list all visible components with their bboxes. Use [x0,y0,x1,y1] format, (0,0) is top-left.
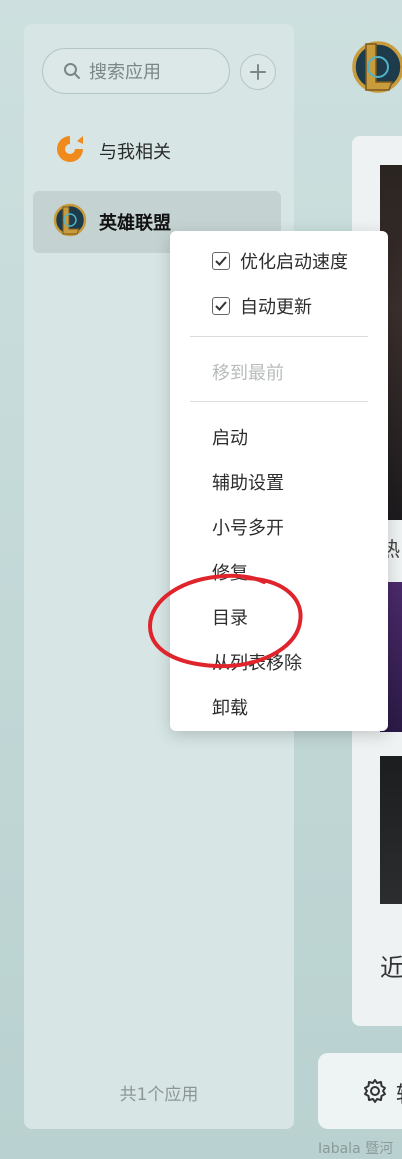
game-logo [350,36,402,102]
menu-item-multi-account[interactable]: 小号多开 [212,514,284,540]
app-count: 共1个应用 [119,1085,199,1105]
add-app-button[interactable] [240,54,276,90]
checkbox-checked-icon [212,297,230,315]
search-icon [63,62,81,80]
related-app-icon [53,132,87,170]
menu-item-launch[interactable]: 启动 [212,424,248,450]
menu-item-auto-update[interactable]: 自动更新 [212,293,312,319]
menu-item-label: 自动更新 [240,297,312,318]
menu-item-directory[interactable]: 目录 [212,604,248,630]
menu-item-repair[interactable]: 修复 [212,559,248,585]
menu-item-assist-settings[interactable]: 辅助设置 [212,469,284,495]
sidebar-item-related[interactable]: 与我相关 [33,120,281,182]
menu-item-uninstall[interactable]: 卸载 [212,694,248,720]
sidebar-item-label: 与我相关 [99,142,171,163]
settings-label: 辅 [396,1077,402,1109]
menu-divider [190,336,368,337]
search-input[interactable]: 搜索应用 [42,48,230,94]
menu-item-remove-from-list[interactable]: 从列表移除 [212,649,302,675]
plus-icon [250,64,266,80]
settings-button[interactable]: 辅 [318,1053,402,1129]
gear-icon [362,1078,388,1108]
sidebar-item-label: 英雄联盟 [99,213,171,234]
menu-item-optimize-launch[interactable]: 优化启动速度 [212,248,348,274]
context-menu: 优化启动速度 自动更新 移到最前 启动 辅助设置 小号多开 修复 目录 从列表移… [170,231,388,731]
menu-item-move-to-front: 移到最前 [212,363,284,384]
league-of-legends-icon [53,201,87,243]
promo-banner[interactable] [380,756,402,904]
search-placeholder: 搜索应用 [89,62,161,83]
watermark: Iabala 暨河 [318,1141,394,1157]
menu-item-label: 优化启动速度 [240,252,348,273]
recent-section-title: 近 [380,954,402,982]
checkbox-checked-icon [212,252,230,270]
menu-divider [190,401,368,402]
